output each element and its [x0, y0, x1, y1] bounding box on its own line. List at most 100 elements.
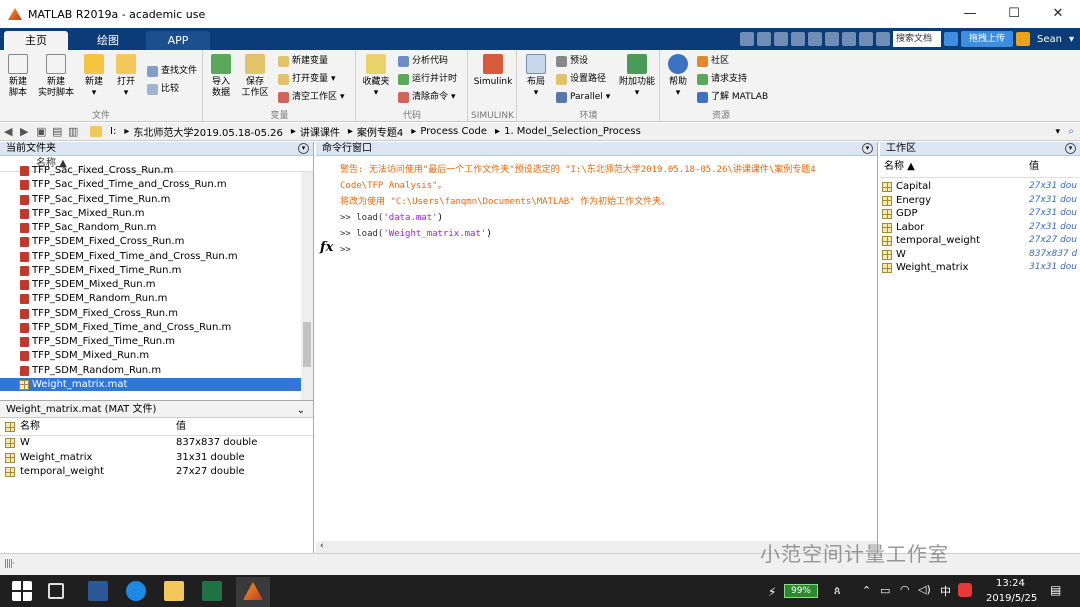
excel-icon[interactable] — [202, 581, 222, 601]
community-button[interactable]: 社区 — [697, 54, 729, 68]
find-files-button[interactable]: 查找文件 — [147, 64, 197, 78]
breadcrumb-slides[interactable]: 讲课课件 — [300, 124, 340, 139]
file-list-item[interactable]: TFP_SDEM_Fixed_Time_Run.m — [0, 264, 313, 278]
details-variable-row[interactable]: Weight_matrix 31x31 double — [0, 451, 313, 466]
word-icon[interactable] — [88, 581, 108, 601]
details-variable-row[interactable]: temporal_weight 27x27 double — [0, 465, 313, 480]
cut-icon[interactable] — [756, 32, 771, 46]
edge-icon[interactable] — [126, 581, 146, 601]
save-workspace-button[interactable]: 保存 工作区 — [238, 54, 272, 99]
help-icon[interactable] — [858, 32, 873, 46]
simulink-button[interactable]: Simulink — [473, 54, 513, 88]
file-list-item[interactable]: TFP_SDEM_Mixed_Run.m — [0, 278, 313, 292]
new-script-button[interactable]: 新建 脚本 — [3, 54, 33, 99]
panel-menu-icon[interactable]: ▾ — [862, 143, 873, 154]
workspace-variable-row[interactable]: GDP 27x31 dou — [880, 207, 1080, 221]
sogou-input-icon[interactable] — [958, 583, 972, 597]
run-and-time-button[interactable]: 运行并计时 — [398, 72, 457, 86]
dropdown-icon[interactable] — [875, 32, 890, 46]
task-view-icon[interactable] — [48, 583, 64, 599]
breadcrumb-model-selection[interactable]: 1. Model_Selection_Process — [504, 126, 641, 137]
back-arrow-icon[interactable]: ◀ — [4, 126, 16, 137]
folder-menu-icon[interactable]: ▥ — [68, 126, 80, 137]
tab-apps[interactable]: APP — [146, 31, 210, 50]
tab-plots[interactable]: 绘图 — [76, 31, 140, 50]
browse-folder-icon[interactable]: ▤ — [52, 126, 64, 137]
breadcrumb-drive[interactable]: I: — [110, 126, 116, 137]
command-window[interactable]: 命令行窗口 ▾ 警告: 无法访问使用"最后一个工作文件夹"预设选定的 "I:\东… — [316, 142, 878, 553]
save-icon[interactable] — [739, 32, 754, 46]
close-button[interactable]: ✕ — [1036, 0, 1080, 28]
compare-button[interactable]: 比较 — [147, 82, 179, 96]
set-path-button[interactable]: 设置路径 — [556, 72, 606, 86]
workspace-variable-row[interactable]: Capital 27x31 dou — [880, 180, 1080, 194]
network-icon[interactable]: ▭ — [880, 584, 890, 597]
notification-icon[interactable] — [1016, 32, 1030, 46]
learn-matlab-button[interactable]: 了解 MATLAB — [697, 90, 768, 104]
file-explorer-icon[interactable] — [164, 581, 184, 601]
file-list-item[interactable]: TFP_Sac_Fixed_Time_Run.m — [0, 193, 313, 207]
import-data-button[interactable]: 导入 数据 — [206, 54, 236, 99]
new-live-script-button[interactable]: 新建 实时脚本 — [38, 54, 74, 99]
column-header-value[interactable]: 值 — [1029, 156, 1039, 178]
user-menu[interactable]: Sean — [1037, 34, 1062, 45]
file-list-item[interactable]: TFP_SDM_Mixed_Run.m — [0, 349, 313, 363]
preferences-button[interactable]: 预设 — [556, 54, 588, 68]
breadcrumb-case[interactable]: 案例专题4 — [357, 124, 403, 139]
ime-indicator[interactable]: 中 — [940, 583, 951, 599]
layout-button[interactable]: 布局 ▾ — [521, 54, 551, 99]
wifi-icon[interactable]: ◠ — [900, 583, 910, 596]
collapse-chevron-icon[interactable]: ⌄ — [297, 402, 305, 419]
maximize-button[interactable]: ☐ — [992, 0, 1036, 28]
analyze-code-button[interactable]: 分析代码 — [398, 54, 448, 68]
file-list-scrollbar[interactable] — [301, 172, 313, 400]
minimize-button[interactable]: — — [948, 0, 992, 28]
redo-icon[interactable] — [824, 32, 839, 46]
people-icon[interactable]: ጰ — [834, 584, 841, 598]
workspace-variable-row[interactable]: temporal_weight 27x27 dou — [880, 234, 1080, 248]
address-dropdown-icon[interactable]: ▾ — [1055, 127, 1060, 137]
clear-workspace-button[interactable]: 清空工作区 ▾ — [278, 90, 345, 104]
file-list-item[interactable]: TFP_SDEM_Fixed_Cross_Run.m — [0, 235, 313, 249]
file-list-item-selected[interactable]: Weight_matrix.mat — [0, 377, 313, 391]
search-docs-input[interactable]: 搜索文档 — [892, 31, 941, 47]
workspace-variable-row[interactable]: Weight_matrix 31x31 dou — [880, 261, 1080, 275]
up-folder-icon[interactable]: ▣ — [36, 126, 48, 137]
file-list-item[interactable]: TFP_Sac_Fixed_Cross_Run.m — [0, 164, 313, 178]
notification-center-icon[interactable]: ▤ — [1050, 583, 1061, 597]
volume-icon[interactable]: ◁) — [918, 583, 931, 596]
tab-home[interactable]: 主页 — [4, 31, 68, 50]
breadcrumb-process-code[interactable]: Process Code — [420, 126, 487, 137]
file-list-item[interactable]: TFP_Sac_Mixed_Run.m — [0, 207, 313, 221]
start-icon[interactable] — [12, 581, 32, 601]
help-button[interactable]: 帮助 ▾ — [663, 54, 693, 99]
parallel-button[interactable]: Parallel ▾ — [556, 90, 610, 104]
scroll-left-icon[interactable]: ‹ — [320, 541, 324, 551]
new-button[interactable]: 新建 ▾ — [79, 54, 109, 99]
file-list-item[interactable]: TFP_Sac_Random_Run.m — [0, 221, 313, 235]
switch-windows-icon[interactable] — [841, 32, 856, 46]
workspace-variable-row[interactable]: Labor 27x31 dou — [880, 221, 1080, 235]
file-list-item[interactable]: TFP_SDM_Fixed_Cross_Run.m — [0, 307, 313, 321]
new-variable-button[interactable]: 新建变量 — [278, 54, 328, 68]
search-icon[interactable]: ⌕ — [1068, 126, 1074, 137]
clock-date[interactable]: 2019/5/25 — [986, 593, 1037, 604]
scroll-thumb[interactable] — [303, 322, 311, 367]
file-list-item[interactable]: TFP_SDM_Fixed_Time_and_Cross_Run.m — [0, 321, 313, 335]
file-list-item[interactable]: TFP_SDEM_Fixed_Time_and_Cross_Run.m — [0, 250, 313, 264]
search-icon[interactable] — [943, 32, 958, 46]
open-button[interactable]: 打开 ▾ — [111, 54, 141, 99]
forward-arrow-icon[interactable]: ▶ — [20, 126, 32, 137]
clock-time[interactable]: 13:24 — [996, 578, 1025, 589]
column-header-name[interactable]: 名称 ▲ — [884, 156, 915, 178]
breadcrumb-university[interactable]: 东北师范大学2019.05.18-05.26 — [133, 124, 283, 139]
file-list-item[interactable]: TFP_SDM_Fixed_Time_Run.m — [0, 335, 313, 349]
undo-icon[interactable] — [807, 32, 822, 46]
request-support-button[interactable]: 请求支持 — [697, 72, 747, 86]
paste-icon[interactable] — [790, 32, 805, 46]
workspace-variable-row[interactable]: Energy 27x31 dou — [880, 194, 1080, 208]
clear-commands-button[interactable]: 清除命令 ▾ — [398, 90, 456, 104]
file-list-item[interactable]: TFP_Sac_Fixed_Time_and_Cross_Run.m — [0, 178, 313, 192]
workspace-variable-row[interactable]: W 837x837 d — [880, 248, 1080, 262]
addons-button[interactable]: 附加功能 ▾ — [618, 54, 656, 99]
